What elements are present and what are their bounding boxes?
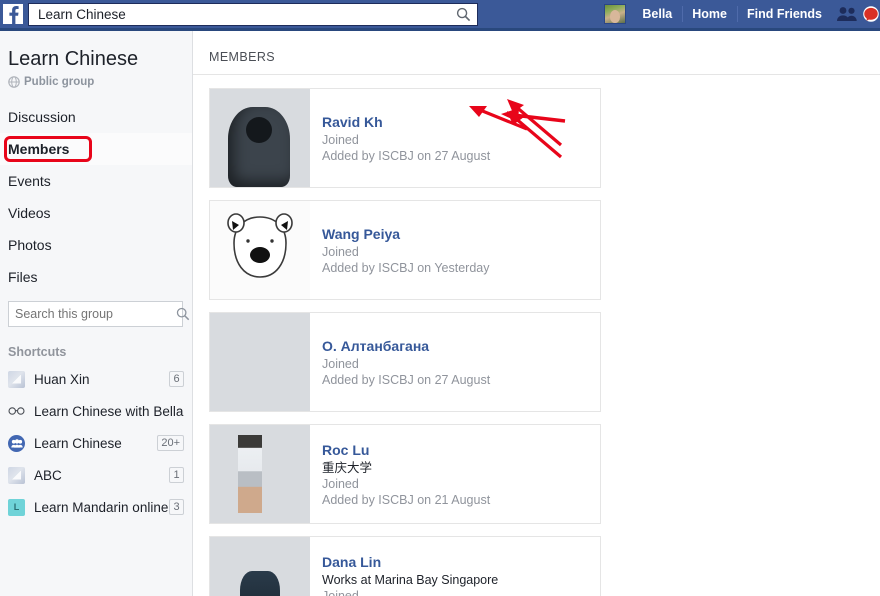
search-icon[interactable]: [449, 7, 477, 22]
member-name[interactable]: О. Алтанбагана: [322, 337, 590, 355]
member-name[interactable]: Roc Lu: [322, 441, 590, 459]
sidebar-item-label: Members: [8, 141, 70, 157]
sidebar-item-videos[interactable]: Videos: [0, 197, 192, 229]
search-group-input[interactable]: [9, 307, 176, 321]
sidebar-item-discussion[interactable]: Discussion: [0, 101, 192, 133]
nav-home-link[interactable]: Home: [682, 0, 737, 28]
member-photo-dana-lin[interactable]: [210, 537, 310, 596]
shortcuts-header: Shortcuts: [8, 345, 67, 359]
member-card[interactable]: Dana Lin Works at Marina Bay Singapore J…: [209, 108, 601, 596]
search-icon[interactable]: [176, 307, 190, 321]
shortcut-badge: 3: [169, 499, 184, 515]
shortcut-badge: 1: [169, 467, 184, 483]
sidebar-item-label: Videos: [8, 205, 51, 221]
member-joined-status: Joined: [322, 588, 359, 596]
facebook-f-logo-icon[interactable]: [0, 0, 26, 28]
letter-tile-icon: L: [8, 498, 25, 516]
member-added-info: Added by ISCBJ on 27 August: [322, 148, 491, 163]
sidebar-item-events[interactable]: Events: [0, 165, 192, 197]
group-search-box[interactable]: [8, 301, 190, 327]
shortcut-item-abc[interactable]: ABC 1: [0, 459, 192, 491]
member-info: Ravid Kh Joined Added by ISCBJ on 27 Aug…: [310, 89, 600, 187]
member-name[interactable]: Ravid Kh: [322, 113, 590, 131]
shortcut-item-learn-mandarin-online[interactable]: L Learn Mandarin online 3: [0, 491, 192, 523]
globe-icon: [8, 76, 20, 88]
shortcut-label: Learn Chinese: [34, 435, 122, 451]
messenger-icon[interactable]: [862, 0, 880, 28]
nav-find-friends-link[interactable]: Find Friends: [737, 0, 832, 28]
member-card[interactable]: Roc Lu 重庆大学 Joined Added by ISCBJ on 21 …: [209, 424, 601, 524]
shortcut-item-learn-chinese[interactable]: Learn Chinese 20+: [0, 427, 192, 459]
shortcut-label: Huan Xin: [34, 371, 90, 387]
member-added-info: Added by ISCBJ on 21 August: [322, 492, 491, 507]
sidebar-item-label: Files: [8, 269, 38, 285]
member-subtitle: Works at Marina Bay Singapore: [322, 572, 499, 587]
global-search-input[interactable]: Learn Chinese: [29, 7, 449, 22]
shortcut-item-huan-xin[interactable]: Huan Xin 6: [0, 363, 192, 395]
member-added-info: Added by ISCBJ on 27 August: [322, 372, 491, 387]
member-joined-status: Joined: [322, 244, 359, 259]
left-sidebar: Learn Chinese Public group Discussion Me…: [0, 31, 193, 596]
member-name[interactable]: Wang Peiya: [322, 225, 590, 243]
member-subtitle: 重庆大学: [322, 460, 373, 475]
sidebar-item-label: Events: [8, 173, 51, 189]
member-photo-altanbagana[interactable]: [210, 313, 310, 411]
sidebar-item-label: Photos: [8, 237, 52, 253]
top-navigation-bar: Learn Chinese Bella Home Find Friends: [0, 0, 880, 28]
shortcut-label: ABC: [34, 467, 62, 483]
main-content: MEMBERS Ravid Kh Joined Added by ISCBJ o…: [193, 31, 880, 596]
global-search-box[interactable]: Learn Chinese: [28, 2, 478, 26]
account-avatar[interactable]: [604, 4, 627, 24]
friends-icon[interactable]: [832, 0, 862, 28]
nav-account-name[interactable]: Bella: [632, 0, 682, 28]
group-title: Learn Chinese: [8, 48, 139, 70]
glasses-icon: [8, 403, 25, 420]
member-card[interactable]: О. Алтанбагана Joined Added by ISCBJ on …: [209, 111, 601, 412]
group-privacy-label: Public group: [24, 76, 95, 88]
shortcut-label: Learn Chinese with Bella: [34, 403, 184, 419]
members-section-title: MEMBERS: [193, 31, 880, 75]
sidebar-item-photos[interactable]: Photos: [0, 229, 192, 261]
member-photo-ravid-kh[interactable]: [210, 89, 310, 187]
member-info: О. Алтанбагана Joined Added by ISCBJ on …: [310, 313, 600, 411]
member-photo-wang-peiya[interactable]: [210, 201, 310, 299]
shortcut-item-learn-chinese-with-bella[interactable]: Learn Chinese with Bella: [0, 395, 192, 427]
member-info: Wang Peiya Joined Added by ISCBJ on Yest…: [310, 201, 600, 299]
sidebar-item-label: Discussion: [8, 109, 76, 125]
photo-thumbnail-icon: [8, 370, 25, 388]
group-search-wrapper: [0, 293, 192, 327]
shortcut-label: Learn Mandarin online: [34, 499, 169, 515]
member-joined-status: Joined: [322, 476, 359, 491]
member-info: Dana Lin Works at Marina Bay Singapore J…: [310, 537, 600, 596]
group-nav-list: Discussion Members Events Videos Photos …: [0, 101, 192, 293]
shortcut-badge: 20+: [157, 435, 184, 451]
members-grid: Ravid Kh Joined Added by ISCBJ on 27 Aug…: [193, 75, 880, 596]
member-joined-status: Joined: [322, 356, 359, 371]
sidebar-item-files[interactable]: Files: [0, 261, 192, 293]
member-info: Roc Lu 重庆大学 Joined Added by ISCBJ on 21 …: [310, 425, 600, 523]
member-name[interactable]: Dana Lin: [322, 553, 590, 571]
group-privacy-row: Public group: [0, 71, 192, 88]
member-card[interactable]: Ravid Kh Joined Added by ISCBJ on 27 Aug…: [209, 88, 601, 188]
photo-thumbnail-icon: [8, 466, 25, 484]
member-joined-status: Joined: [322, 132, 359, 147]
member-added-info: Added by ISCBJ on Yesterday: [322, 260, 490, 275]
sidebar-item-members[interactable]: Members: [0, 133, 192, 165]
shortcut-badge: 6: [169, 371, 184, 387]
member-card[interactable]: Wang Peiya Joined Added by ISCBJ on Yest…: [209, 200, 601, 300]
group-icon: [8, 434, 25, 452]
navbar-right-section: Bella Home Find Friends: [604, 0, 880, 28]
member-photo-roc-lu[interactable]: [210, 425, 310, 523]
